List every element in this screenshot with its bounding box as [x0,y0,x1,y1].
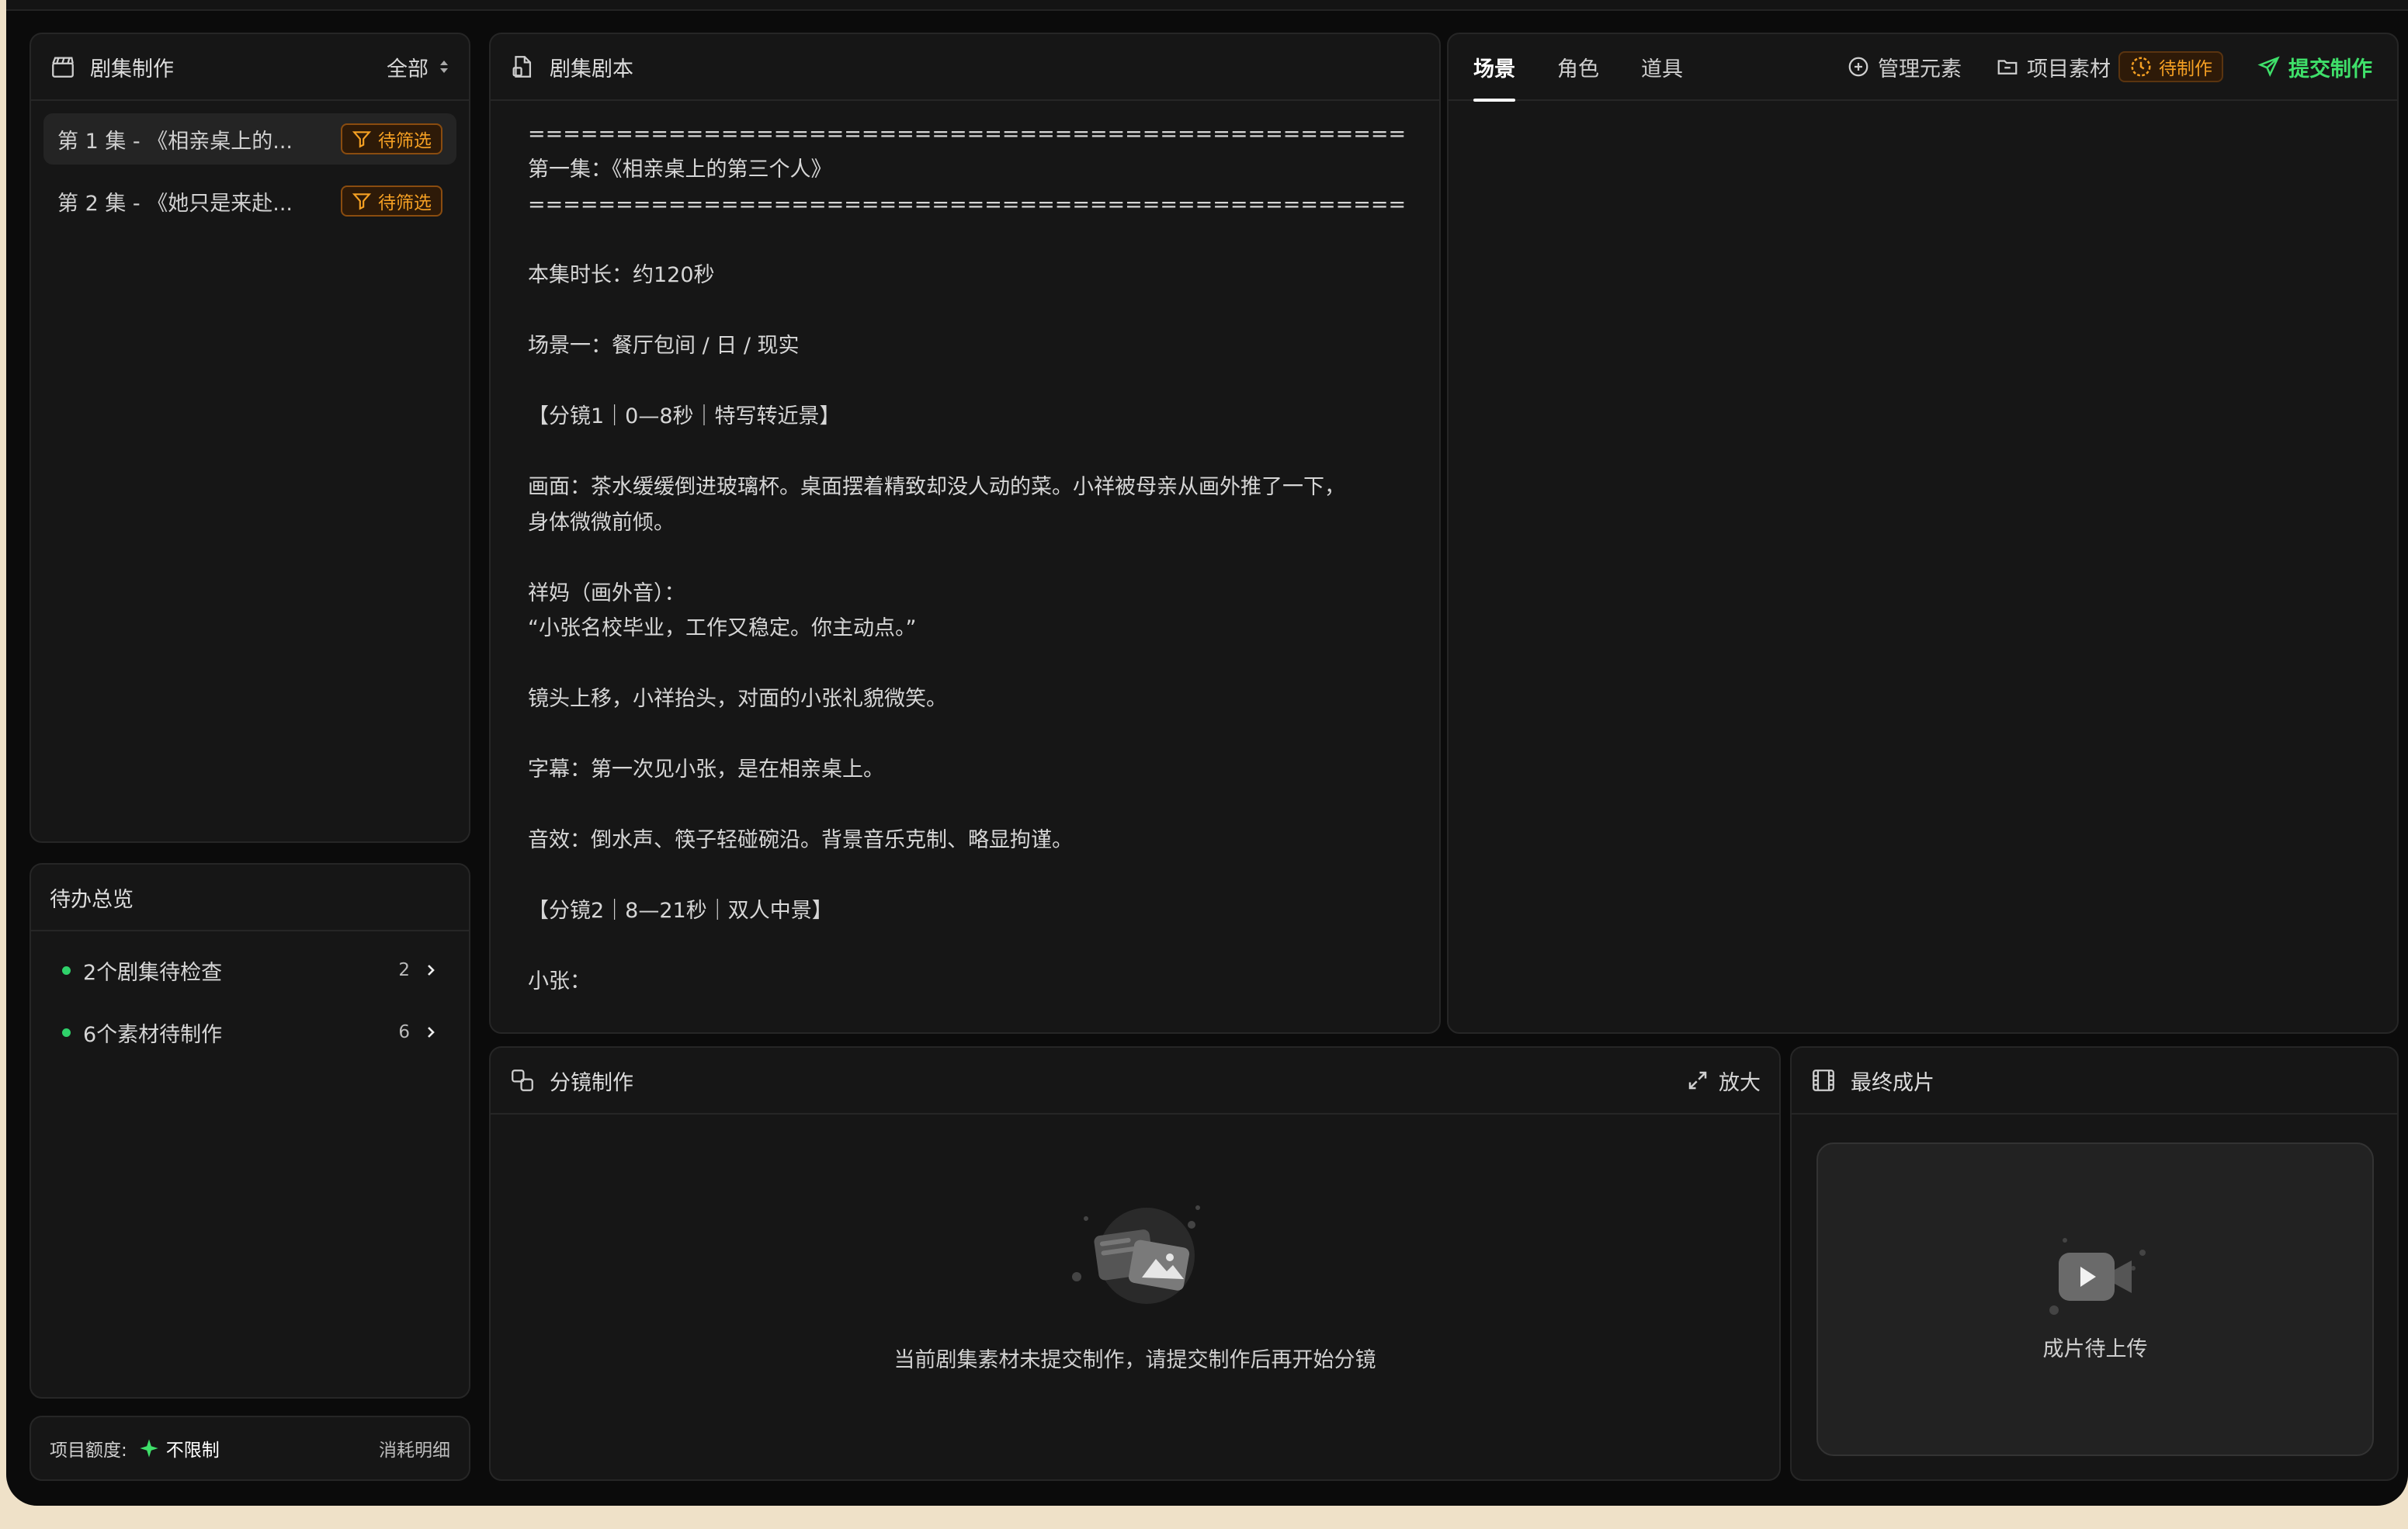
quota-label: 项目额度: [50,1441,127,1461]
folder-icon [1997,60,2018,75]
sparkle-icon [140,1439,158,1458]
expand-icon [1688,1071,1707,1090]
storyboard-empty-state: 当前剧集素材未提交制作，请提交制作后再开始分镜 [491,1203,1779,1373]
status-badge-label: 待筛选 [378,193,432,213]
empty-media-icon [1072,1205,1200,1304]
status-dot [62,966,71,975]
todo-item-count: 2 [398,960,410,980]
final-video-empty-message: 成片待上传 [2042,1337,2148,1361]
todo-panel-header: 待办总览 [31,865,469,931]
video-camera-icon [2049,1238,2146,1315]
status-badge-label: 待筛选 [378,131,432,151]
status-badge: 待筛选 [341,123,442,154]
episode-item-2[interactable]: 第 2 集 - 《她只是来赴... 待筛选 [43,175,456,227]
status-badge: 待制作 [2118,51,2223,82]
elements-panel: 场景 角色 道具 管理元素 项目素材 待制作 提交制作 [1447,33,2399,1034]
tab-scene[interactable]: 场景 [1473,34,1515,102]
storyboard-panel: 分镜制作 放大 当前剧集素材未提交制作，请提交制作后再开始分镜 [489,1046,1781,1481]
todo-item-episodes[interactable]: 2个剧集待检查 2 [31,939,469,1001]
manage-elements-button[interactable]: 管理元素 [1847,52,1962,82]
episode-filter-select[interactable]: 全部 [387,52,450,82]
submit-production-button[interactable]: 提交制作 [2257,52,2372,82]
storyboard-empty-message: 当前剧集素材未提交制作，请提交制作后再开始分镜 [893,1348,1376,1372]
app-window: 剧集制作 全部 第 1 集 - 《相亲桌上的... 待筛选 第 2 集 - 《她… [6,0,2408,1506]
quota-panel: 项目额度: 不限制 消耗明细 [29,1416,470,1481]
final-video-panel-header: 最终成片 [1792,1048,2397,1115]
todo-item-label: 2个剧集待检查 [83,960,223,985]
final-video-panel: 最终成片 成片待上传 [1790,1046,2399,1481]
episode-item-1[interactable]: 第 1 集 - 《相亲桌上的... 待筛选 [43,113,456,165]
send-icon [2257,56,2280,78]
consumption-detail-link[interactable]: 消耗明细 [379,1435,450,1461]
tab-prop[interactable]: 道具 [1641,34,1683,100]
script-content[interactable]: ========================================… [528,116,1406,1000]
script-panel: 剧集剧本 ===================================… [489,33,1441,1034]
zoom-label: 放大 [1719,1070,1761,1095]
chevron-right-icon [428,965,435,976]
filter-icon [352,193,372,210]
status-badge: 待筛选 [341,185,442,217]
final-video-panel-title: 最终成片 [1851,1070,1934,1095]
storyboard-panel-title: 分镜制作 [550,1070,633,1095]
status-dot [62,1028,71,1037]
document-icon [509,54,536,80]
episode-item-label: 第 2 集 - 《她只是来赴... [57,191,293,216]
manage-elements-label: 管理元素 [1878,57,1962,81]
quota-value: 不限制 [165,1441,220,1461]
sort-updown-icon [440,61,448,73]
status-badge-label: 待制作 [2159,59,2212,79]
tab-character[interactable]: 角色 [1557,34,1599,100]
todo-panel: 待办总览 2个剧集待检查 2 6个素材待制作 6 [29,863,470,1399]
project-assets-button[interactable]: 项目素材 待制作 [1996,51,2223,82]
elements-tab-bar: 场景 角色 道具 管理元素 项目素材 待制作 提交制作 [1449,34,2397,102]
episode-panel: 剧集制作 全部 第 1 集 - 《相亲桌上的... 待筛选 第 2 集 - 《她… [29,33,470,843]
script-panel-header: 剧集剧本 [491,34,1439,101]
storyboard-panel-header: 分镜制作 放大 [491,1048,1779,1115]
todo-panel-title: 待办总览 [50,887,134,912]
storyboard-icon [509,1067,536,1094]
clock-icon [2131,57,2151,77]
episode-item-label: 第 1 集 - 《相亲桌上的... [57,129,293,154]
todo-item-label: 6个素材待制作 [83,1022,223,1047]
episode-panel-header: 剧集制作 全部 [31,34,469,101]
script-panel-title: 剧集剧本 [550,57,633,81]
clapperboard-icon [50,54,76,80]
final-video-dropzone[interactable]: 成片待上传 [1816,1142,2374,1456]
plus-circle-icon [1848,57,1868,77]
episode-panel-title: 剧集制作 [90,57,174,81]
filter-icon [352,131,372,148]
episode-filter-label: 全部 [387,57,429,81]
todo-item-count: 6 [398,1022,410,1042]
todo-item-assets[interactable]: 6个素材待制作 6 [31,1001,469,1063]
submit-production-label: 提交制作 [2288,57,2372,81]
top-bar [6,0,2408,11]
project-assets-label: 项目素材 [2027,57,2111,81]
zoom-button[interactable]: 放大 [1686,1066,1761,1096]
film-icon [1810,1067,1837,1094]
chevron-right-icon [428,1027,435,1038]
